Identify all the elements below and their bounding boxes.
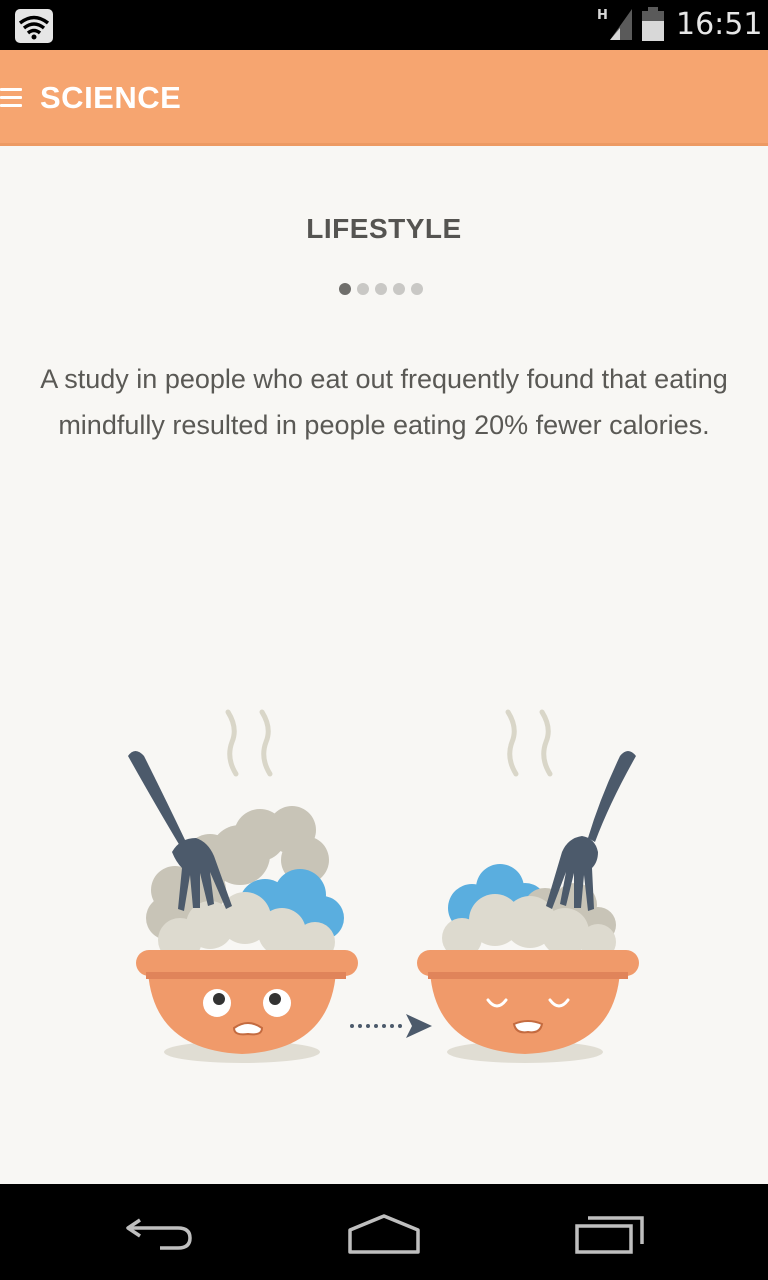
- signal-icon: H: [597, 8, 632, 40]
- battery-icon: [642, 7, 664, 41]
- status-time: 16:51: [676, 7, 763, 42]
- fact-text: A study in people who eat out frequently…: [40, 364, 728, 440]
- page-indicator: [337, 282, 437, 296]
- bowl-left: [136, 950, 358, 1054]
- network-type-label: H: [597, 8, 608, 23]
- recent-apps-icon[interactable]: [574, 1214, 646, 1258]
- page-dot[interactable]: [393, 283, 405, 295]
- steam-icon: [225, 709, 273, 777]
- bowls-illustration: [128, 709, 639, 1063]
- section-title: LIFESTYLE: [306, 213, 462, 244]
- page-dot[interactable]: [411, 283, 423, 295]
- system-nav-bar: [0, 1184, 768, 1280]
- arrow-icon: [350, 1014, 432, 1038]
- home-icon[interactable]: [346, 1212, 422, 1258]
- bowl-right: [417, 950, 639, 1054]
- steam-icon: [505, 709, 553, 777]
- app-bar-title: SCIENCE: [40, 80, 182, 115]
- hamburger-menu-icon[interactable]: [0, 88, 24, 110]
- app-bar: SCIENCE: [0, 50, 768, 146]
- status-bar: H 16:51: [0, 0, 768, 50]
- fork-icon: [546, 751, 636, 911]
- back-icon[interactable]: [120, 1214, 196, 1254]
- page-dot[interactable]: [339, 283, 351, 295]
- page-dot[interactable]: [375, 283, 387, 295]
- wifi-icon: [15, 9, 53, 43]
- page-dot[interactable]: [357, 283, 369, 295]
